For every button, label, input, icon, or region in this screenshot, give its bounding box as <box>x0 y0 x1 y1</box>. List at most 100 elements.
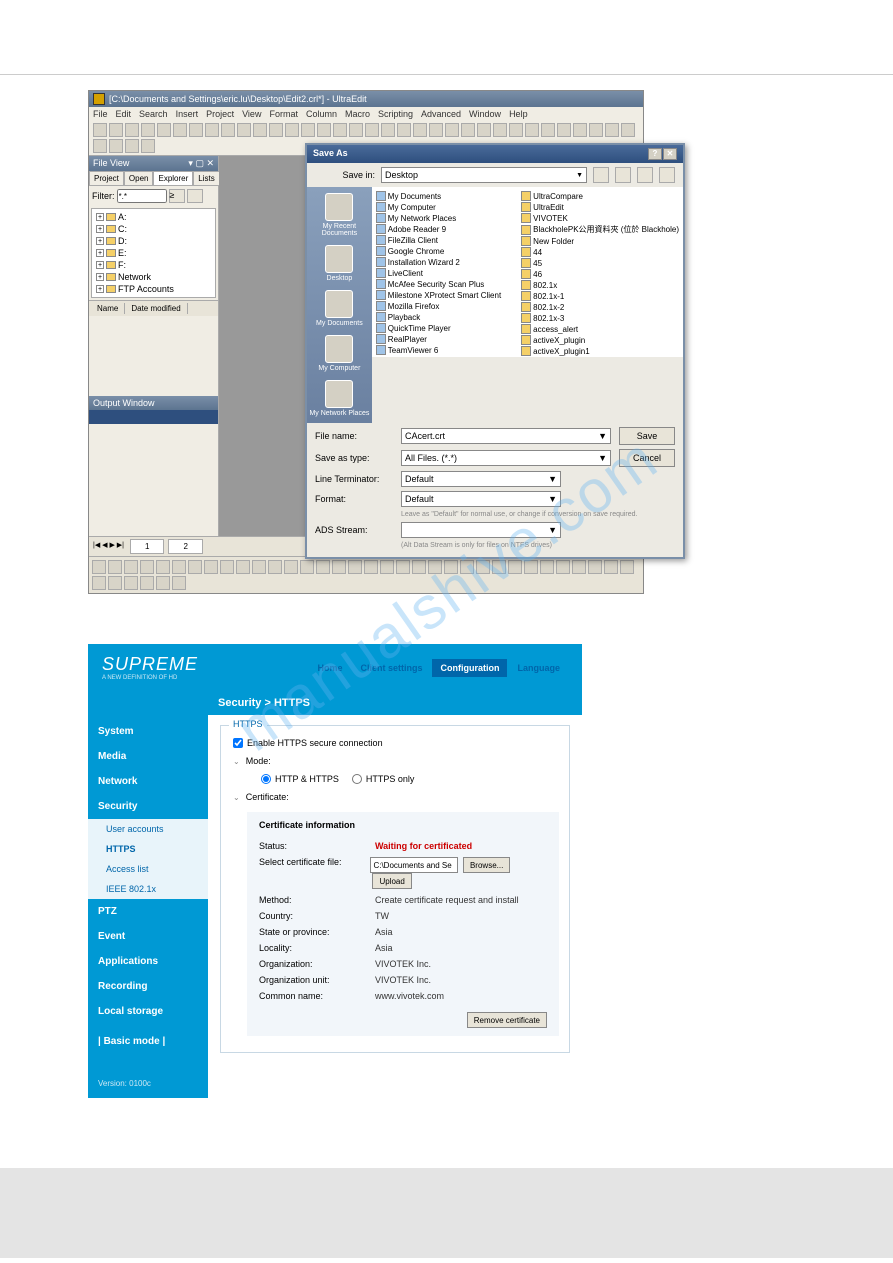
toolbar-icon[interactable] <box>157 123 171 137</box>
toolbar-icon[interactable] <box>300 560 314 574</box>
help-button[interactable]: ? <box>648 148 662 160</box>
sidebar-sub-access-list[interactable]: Access list <box>88 859 208 879</box>
toolbar-icon[interactable] <box>108 576 122 590</box>
filename-input[interactable]: CAcert.crt▼ <box>401 428 611 444</box>
up-button[interactable] <box>615 167 631 183</box>
col-name[interactable]: Name <box>91 303 125 314</box>
col-date[interactable]: Date modified <box>125 303 187 314</box>
file-item[interactable]: 46 <box>521 269 679 279</box>
menu-view[interactable]: View <box>242 109 261 119</box>
toolbar-icon[interactable] <box>220 560 234 574</box>
toolbar-icon[interactable] <box>285 123 299 137</box>
nav-configuration[interactable]: Configuration <box>432 659 507 677</box>
menu-advanced[interactable]: Advanced <box>421 109 461 119</box>
file-item[interactable]: Mozilla Firefox <box>376 301 501 311</box>
file-item[interactable]: 45 <box>521 258 679 268</box>
toolbar-icon[interactable] <box>109 123 123 137</box>
sidebar-item-ptz[interactable]: PTZ <box>88 899 208 924</box>
toolbar-icon[interactable] <box>557 123 571 137</box>
toolbar-icon[interactable] <box>188 560 202 574</box>
newfolder-button[interactable] <box>637 167 653 183</box>
toolbar-icon[interactable] <box>317 123 331 137</box>
toolbar-icon[interactable] <box>253 123 267 137</box>
file-item[interactable]: My Computer <box>376 202 501 212</box>
toolbar-icon[interactable] <box>221 123 235 137</box>
file-item[interactable]: activeX_plugin <box>521 335 679 345</box>
toolbar-icon[interactable] <box>396 560 410 574</box>
sidebar-sub-user-accounts[interactable]: User accounts <box>88 819 208 839</box>
toolbar-icon[interactable] <box>109 139 123 153</box>
toolbar-icon[interactable] <box>237 123 251 137</box>
toolbar-icon[interactable] <box>236 560 250 574</box>
sidebar-item-network[interactable]: Network <box>88 769 208 794</box>
toolbar-icon[interactable] <box>588 560 602 574</box>
sidebar-item-recording[interactable]: Recording <box>88 974 208 999</box>
mode-http-https-radio[interactable] <box>261 774 271 784</box>
toolbar-icon[interactable] <box>589 123 603 137</box>
toolbar-icon[interactable] <box>332 560 346 574</box>
tree-item[interactable]: +F: <box>96 259 211 271</box>
toolbar-icon[interactable] <box>125 139 139 153</box>
menu-project[interactable]: Project <box>206 109 234 119</box>
menu-format[interactable]: Format <box>269 109 298 119</box>
drive-tree[interactable]: +A:+C:+D:+E:+F:+Network+FTP Accounts <box>91 208 216 298</box>
tree-item[interactable]: +FTP Accounts <box>96 283 211 295</box>
toolbar-icon[interactable] <box>172 560 186 574</box>
toolbar-icon[interactable] <box>141 139 155 153</box>
toolbar-icon[interactable] <box>205 123 219 137</box>
file-item[interactable]: 802.1x-1 <box>521 291 679 301</box>
mode-header[interactable]: ⌄ Mode: <box>231 752 559 770</box>
sidebar-item-event[interactable]: Event <box>88 924 208 949</box>
toolbar-icon[interactable] <box>524 560 538 574</box>
menu-help[interactable]: Help <box>509 109 528 119</box>
file-item[interactable]: My Network Places <box>376 213 501 223</box>
toolbar-icon[interactable] <box>444 560 458 574</box>
tree-item[interactable]: +A: <box>96 211 211 223</box>
toolbar-icon[interactable] <box>413 123 427 137</box>
toolbar-icon[interactable] <box>156 576 170 590</box>
toolbar-icon[interactable] <box>604 560 618 574</box>
file-item[interactable]: 802.1x-2 <box>521 302 679 312</box>
toolbar-icon[interactable] <box>156 560 170 574</box>
filter-refresh-button[interactable] <box>187 189 203 203</box>
file-item[interactable]: TeamViewer 6 <box>376 345 501 355</box>
toolbar-icon[interactable] <box>349 123 363 137</box>
menu-macro[interactable]: Macro <box>345 109 370 119</box>
toolbar-icon[interactable] <box>92 560 106 574</box>
sidebar-sub-ieee-802-1x[interactable]: IEEE 802.1x <box>88 879 208 899</box>
place-desktop[interactable]: Desktop <box>325 245 353 282</box>
menu-column[interactable]: Column <box>306 109 337 119</box>
tree-item[interactable]: +E: <box>96 247 211 259</box>
file-item[interactable]: LiveClient <box>376 268 501 278</box>
fileview-tab-explorer[interactable]: Explorer <box>153 171 193 186</box>
nav-language[interactable]: Language <box>509 659 568 677</box>
toolbar-icon[interactable] <box>460 560 474 574</box>
save-button[interactable]: Save <box>619 427 675 445</box>
toolbar-icon[interactable] <box>621 123 635 137</box>
toolbar-icon[interactable] <box>541 123 555 137</box>
file-item[interactable]: access_alert <box>521 324 679 334</box>
file-item[interactable]: 802.1x-3 <box>521 313 679 323</box>
toolbar-icon[interactable] <box>476 560 490 574</box>
doc-tab-1[interactable]: 1 <box>130 539 164 554</box>
menu-file[interactable]: File <box>93 109 108 119</box>
file-item[interactable]: Adobe Reader 9 <box>376 224 501 234</box>
toolbar-icon[interactable] <box>445 123 459 137</box>
menu-insert[interactable]: Insert <box>176 109 199 119</box>
file-item[interactable]: My Documents <box>376 191 501 201</box>
file-item[interactable]: Google Chrome <box>376 246 501 256</box>
toolbar-icon[interactable] <box>540 560 554 574</box>
browse-button[interactable]: Browse... <box>463 857 510 873</box>
toolbar-icon[interactable] <box>620 560 634 574</box>
toolbar-icon[interactable] <box>572 560 586 574</box>
toolbar-icon[interactable] <box>108 560 122 574</box>
toolbar-icon[interactable] <box>92 576 106 590</box>
toolbar-icon[interactable] <box>412 560 426 574</box>
saveas-titlebar[interactable]: Save As ? ✕ <box>307 145 683 163</box>
toolbar-icon[interactable] <box>140 576 154 590</box>
tree-item[interactable]: +Network <box>96 271 211 283</box>
toolbar-icon[interactable] <box>301 123 315 137</box>
menu-scripting[interactable]: Scripting <box>378 109 413 119</box>
file-item[interactable]: UltraEdit <box>521 202 679 212</box>
toolbar-icon[interactable] <box>380 560 394 574</box>
